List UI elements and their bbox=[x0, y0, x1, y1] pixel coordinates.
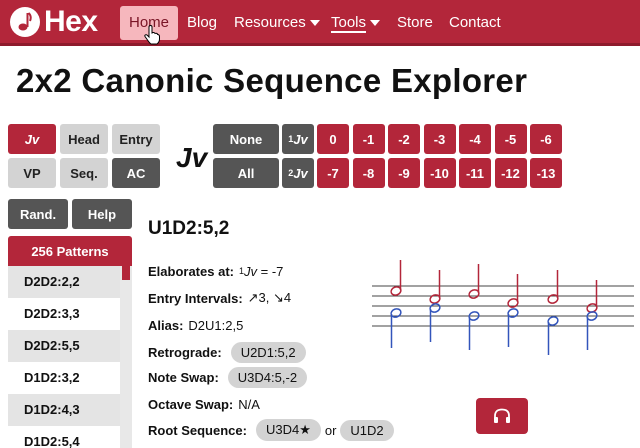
top-nav: Hex Home Blog Resources Tools Store Cont… bbox=[0, 0, 640, 46]
interval-button-0[interactable]: -7 bbox=[317, 158, 349, 188]
logo-text: Hex bbox=[44, 5, 98, 38]
interval-button-0[interactable]: 0 bbox=[317, 124, 349, 154]
nav-tools[interactable]: Tools bbox=[322, 6, 389, 40]
nav-resources-label: Resources bbox=[234, 14, 306, 31]
chevron-down-icon bbox=[309, 20, 320, 27]
interval-button-3[interactable]: -3 bbox=[423, 124, 456, 154]
note-swap-label: Note Swap: bbox=[148, 369, 219, 385]
mode-jv-button[interactable]: Jv bbox=[8, 124, 56, 154]
music-staff bbox=[372, 260, 634, 355]
octave-swap-value: N/A bbox=[238, 396, 260, 412]
filter-all-button[interactable]: All bbox=[213, 158, 279, 188]
entry-intervals-value: ↗3, ↘4 bbox=[247, 290, 292, 305]
interval-button-1[interactable]: -8 bbox=[352, 158, 385, 188]
elaborates-label: Elaborates at: bbox=[148, 263, 234, 279]
interval-button-3[interactable]: -10 bbox=[423, 158, 456, 188]
pattern-title: U1D2:5,2 bbox=[148, 218, 230, 239]
filter-jv2-button[interactable]: 2 Jv bbox=[282, 158, 314, 188]
retrograde-link[interactable]: U2D1:5,2 bbox=[230, 341, 306, 363]
interval-button-6[interactable]: -13 bbox=[530, 158, 562, 188]
patterns-header: 256 Patterns bbox=[8, 236, 132, 266]
filter-none-button[interactable]: None bbox=[213, 124, 279, 154]
interval-button-5[interactable]: -5 bbox=[494, 124, 527, 154]
pattern-list-item[interactable]: D1D2:5,4 bbox=[8, 426, 132, 448]
mode-head-button[interactable]: Head bbox=[60, 124, 108, 154]
elaborates-jv: Jv bbox=[244, 263, 257, 279]
retrograde-row: Retrograde: U2D1:5,2 bbox=[148, 341, 310, 363]
root-sequence-link-1[interactable]: U3D4★ bbox=[255, 419, 321, 441]
root-sequence-row: Root Sequence: U3D4★ or U1D2 bbox=[148, 419, 398, 441]
alias-label: Alias: bbox=[148, 317, 184, 333]
interval-button-6[interactable]: -6 bbox=[530, 124, 562, 154]
help-button[interactable]: Help bbox=[72, 199, 132, 229]
pattern-list-item[interactable]: D1D2:4,3 bbox=[8, 394, 132, 426]
play-audio-button[interactable] bbox=[476, 398, 528, 434]
interval-button-4[interactable]: -4 bbox=[459, 124, 491, 154]
music-note-icon bbox=[10, 7, 40, 37]
page-title: 2x2 Canonic Sequence Explorer bbox=[16, 62, 528, 99]
nav-contact[interactable]: Contact bbox=[440, 6, 510, 40]
filter-jv1-button[interactable]: 1 Jv bbox=[282, 124, 314, 154]
pattern-list-item[interactable]: D2D2:5,5 bbox=[8, 330, 132, 362]
pattern-list: D2D2:2,2 D2D2:3,3 D2D2:5,5 D1D2:3,2 D1D2:4,3… bbox=[8, 266, 132, 448]
list-scroll-thumb[interactable] bbox=[122, 266, 130, 280]
interval-button-2[interactable]: -2 bbox=[388, 124, 420, 154]
interval-button-2[interactable]: -9 bbox=[388, 158, 420, 188]
nav-tools-label: Tools bbox=[331, 14, 367, 33]
interval-button-1[interactable]: -1 bbox=[352, 124, 385, 154]
pattern-list-item[interactable]: D2D2:3,3 bbox=[8, 298, 132, 330]
entry-intervals-row: Entry Intervals: ↗3, ↘4 bbox=[148, 287, 291, 309]
alias-row: Alias: D2U1:2,5 bbox=[148, 314, 243, 336]
mode-vp-button[interactable]: VP bbox=[8, 158, 56, 188]
mode-ac-button[interactable]: AC bbox=[112, 158, 160, 188]
random-button[interactable]: Rand. bbox=[8, 199, 68, 229]
retrograde-label: Retrograde: bbox=[148, 344, 222, 360]
nav-store[interactable]: Store bbox=[388, 6, 442, 40]
current-mode-label: Jv bbox=[176, 142, 208, 173]
root-sequence-link-2[interactable]: U1D2 bbox=[340, 419, 394, 441]
note-swap-link[interactable]: U3D4:5,-2 bbox=[227, 366, 308, 388]
site-logo[interactable]: Hex bbox=[10, 5, 98, 38]
interval-button-5[interactable]: -12 bbox=[494, 158, 527, 188]
pattern-list-item[interactable]: D1D2:3,2 bbox=[8, 362, 132, 394]
pattern-list-item[interactable]: D2D2:2,2 bbox=[8, 266, 132, 298]
chevron-down-icon bbox=[370, 20, 381, 27]
root-sequence-or: or bbox=[324, 422, 337, 438]
note-swap-row: Note Swap: U3D4:5,-2 bbox=[148, 366, 311, 388]
mode-entry-button[interactable]: Entry bbox=[112, 124, 160, 154]
nav-blog[interactable]: Blog bbox=[178, 6, 226, 40]
hand-cursor-icon bbox=[144, 25, 160, 45]
octave-swap-row: Octave Swap: N/A bbox=[148, 393, 260, 415]
octave-swap-label: Octave Swap: bbox=[148, 396, 234, 412]
lower-voice bbox=[390, 303, 598, 355]
nav-resources[interactable]: Resources bbox=[225, 6, 329, 40]
elaborates-row: Elaborates at: 1 Jv = -7 bbox=[148, 260, 283, 282]
list-scrollbar[interactable] bbox=[120, 266, 132, 448]
entry-intervals-label: Entry Intervals: bbox=[148, 290, 243, 306]
alias-value: D2U1:2,5 bbox=[188, 317, 244, 333]
mode-seq-button[interactable]: Seq. bbox=[60, 158, 108, 188]
headphones-icon bbox=[494, 408, 510, 423]
elaborates-value: = -7 bbox=[260, 263, 284, 279]
interval-button-4[interactable]: -11 bbox=[459, 158, 491, 188]
root-sequence-label: Root Sequence: bbox=[148, 422, 247, 438]
jv1-label: Jv bbox=[293, 131, 308, 147]
jv2-label: Jv bbox=[293, 165, 308, 181]
upper-voice bbox=[390, 260, 598, 313]
